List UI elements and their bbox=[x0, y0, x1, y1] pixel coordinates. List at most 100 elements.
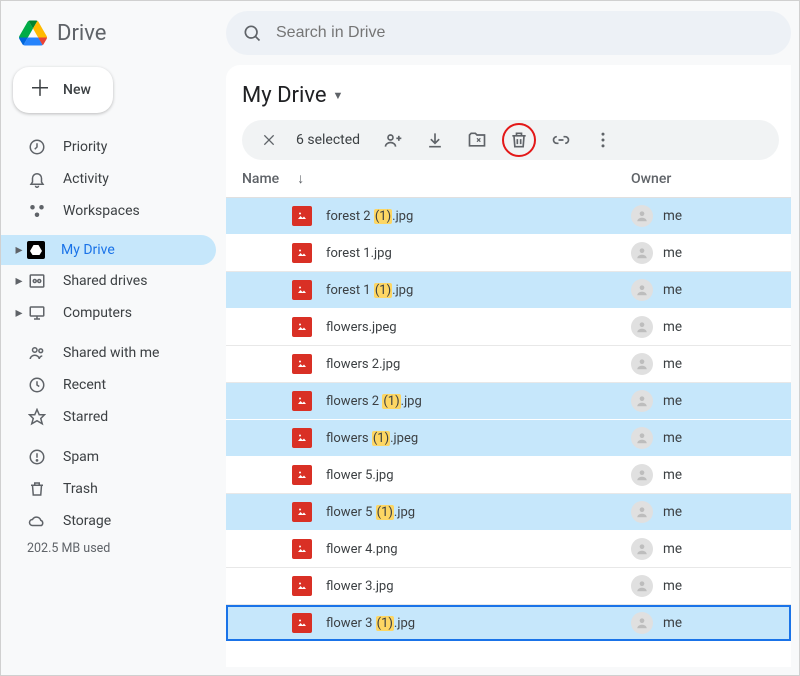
owner-cell: me bbox=[631, 427, 791, 449]
image-file-icon bbox=[292, 243, 312, 263]
file-name: forest 1 (1).jpg bbox=[326, 283, 413, 298]
image-file-icon bbox=[292, 613, 312, 633]
owner-avatar-icon bbox=[631, 464, 653, 486]
sidebar: Drive ＋ New Priority Activity Workspaces… bbox=[1, 1, 226, 675]
owner-avatar-icon bbox=[631, 353, 653, 375]
file-row[interactable]: flowers (1).jpegme bbox=[226, 420, 791, 457]
spam-icon bbox=[27, 447, 47, 467]
search-bar[interactable] bbox=[226, 11, 791, 55]
file-row[interactable]: flowers 2 (1).jpg me bbox=[226, 383, 791, 420]
table-header: Name ↓ Owner bbox=[226, 170, 791, 198]
trash-icon bbox=[27, 479, 47, 499]
new-button[interactable]: ＋ New bbox=[13, 67, 113, 113]
drive-icon bbox=[27, 241, 45, 259]
file-list: forest 2 (1).jpgmeforest 1.jpgmeforest 1… bbox=[226, 198, 791, 667]
plus-icon: ＋ bbox=[29, 79, 51, 101]
nav-starred[interactable]: Starred bbox=[1, 401, 226, 433]
image-file-icon bbox=[292, 354, 312, 374]
owner-avatar-icon bbox=[631, 279, 653, 301]
file-name: flowers 2.jpg bbox=[326, 357, 400, 372]
owner-avatar-icon bbox=[631, 612, 653, 634]
file-name: flower 3.jpg bbox=[326, 579, 394, 594]
nav-workspaces[interactable]: Workspaces bbox=[1, 195, 226, 227]
owner-cell: me bbox=[631, 612, 791, 634]
cloud-icon bbox=[27, 511, 47, 531]
file-row[interactable]: forest 1.jpg me bbox=[226, 235, 791, 272]
col-name[interactable]: Name bbox=[242, 171, 279, 187]
owner-cell: me bbox=[631, 390, 791, 412]
selected-count: 6 selected bbox=[296, 132, 360, 148]
more-button[interactable] bbox=[586, 123, 620, 157]
nav-storage[interactable]: Storage bbox=[1, 505, 226, 537]
storage-used: 202.5 MB used bbox=[1, 541, 226, 556]
image-file-icon bbox=[292, 428, 312, 448]
nav-computers[interactable]: ▸ Computers bbox=[1, 297, 226, 329]
link-button[interactable] bbox=[544, 123, 578, 157]
owner-avatar-icon bbox=[631, 205, 653, 227]
file-row[interactable]: flowers 2.jpgme bbox=[226, 346, 791, 383]
owner-avatar-icon bbox=[631, 427, 653, 449]
owner-cell: me bbox=[631, 242, 791, 264]
image-file-icon bbox=[292, 206, 312, 226]
star-icon bbox=[27, 407, 47, 427]
chevron-down-icon: ▼ bbox=[333, 89, 344, 102]
image-file-icon bbox=[292, 502, 312, 522]
file-row[interactable]: flower 3.jpgme bbox=[226, 568, 791, 605]
move-button[interactable] bbox=[460, 123, 494, 157]
nav-trash[interactable]: Trash bbox=[1, 473, 226, 505]
owner-avatar-icon bbox=[631, 538, 653, 560]
download-button[interactable] bbox=[418, 123, 452, 157]
priority-icon bbox=[27, 137, 47, 157]
file-row[interactable]: flower 4.png me bbox=[226, 531, 791, 568]
file-row[interactable]: flower 3 (1).jpg me bbox=[226, 605, 791, 642]
file-row[interactable]: flower 5.jpgme bbox=[226, 457, 791, 494]
owner-cell: me bbox=[631, 538, 791, 560]
chevron-right-icon: ▸ bbox=[11, 242, 27, 258]
file-name: flower 5 (1).jpg bbox=[326, 505, 415, 520]
nav-my-drive[interactable]: ▸ My Drive bbox=[1, 235, 216, 265]
file-row[interactable]: forest 1 (1).jpgme bbox=[226, 272, 791, 309]
file-name: flowers.jpeg bbox=[326, 320, 397, 335]
search-icon bbox=[242, 23, 262, 43]
share-button[interactable] bbox=[376, 123, 410, 157]
owner-cell: me bbox=[631, 205, 791, 227]
file-row[interactable]: flower 5 (1).jpg me bbox=[226, 494, 791, 531]
drive-logo-icon bbox=[19, 19, 47, 47]
bell-icon bbox=[27, 169, 47, 189]
file-row[interactable]: flowers.jpegme bbox=[226, 309, 791, 346]
file-name: forest 2 (1).jpg bbox=[326, 209, 413, 224]
shared-drives-icon bbox=[27, 271, 47, 291]
chevron-right-icon: ▸ bbox=[11, 273, 27, 289]
image-file-icon bbox=[292, 317, 312, 337]
col-owner[interactable]: Owner bbox=[631, 171, 791, 187]
nav-shared-drives[interactable]: ▸ Shared drives bbox=[1, 265, 226, 297]
nav-priority[interactable]: Priority bbox=[1, 131, 226, 163]
owner-avatar-icon bbox=[631, 575, 653, 597]
file-name: flower 3 (1).jpg bbox=[326, 616, 415, 631]
selection-action-bar: 6 selected bbox=[242, 120, 779, 160]
image-file-icon bbox=[292, 280, 312, 300]
delete-button[interactable] bbox=[502, 123, 536, 157]
owner-avatar-icon bbox=[631, 501, 653, 523]
sort-arrow-icon[interactable]: ↓ bbox=[297, 170, 304, 187]
nav-spam[interactable]: Spam bbox=[1, 441, 226, 473]
nav-recent[interactable]: Recent bbox=[1, 369, 226, 401]
clear-selection-button[interactable] bbox=[252, 123, 286, 157]
search-input[interactable] bbox=[274, 23, 775, 43]
nav-activity[interactable]: Activity bbox=[1, 163, 226, 195]
image-file-icon bbox=[292, 465, 312, 485]
owner-avatar-icon bbox=[631, 316, 653, 338]
image-file-icon bbox=[292, 576, 312, 596]
file-name: forest 1.jpg bbox=[326, 246, 392, 261]
my-drive-title[interactable]: My Drive ▼ bbox=[226, 65, 791, 120]
owner-avatar-icon bbox=[631, 242, 653, 264]
file-name: flower 4.png bbox=[326, 542, 398, 557]
file-name: flowers 2 (1).jpg bbox=[326, 394, 422, 409]
chevron-right-icon: ▸ bbox=[11, 305, 27, 321]
nav-shared-with-me[interactable]: Shared with me bbox=[1, 337, 226, 369]
drive-logo[interactable]: Drive bbox=[1, 13, 226, 61]
file-row[interactable]: forest 2 (1).jpg me bbox=[226, 198, 791, 235]
computer-icon bbox=[27, 303, 47, 323]
owner-cell: me bbox=[631, 501, 791, 523]
file-name: flower 5.jpg bbox=[326, 468, 394, 483]
